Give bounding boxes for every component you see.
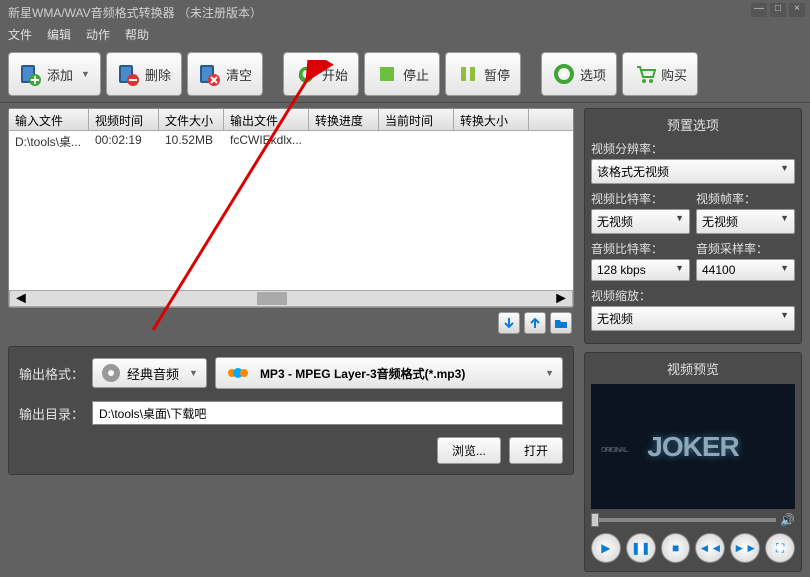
format-select[interactable]: MP3 - MPEG Layer-3音频格式(*.mp3) ▼ xyxy=(215,357,563,389)
toolbar: 添加▼ 删除 清空 开始 停止 暂停 选项 购买 xyxy=(0,46,810,103)
cd-icon xyxy=(101,363,121,383)
col-ctime[interactable]: 当前时间 xyxy=(379,109,454,130)
menu-bar: 文件 编辑 动作 帮助 xyxy=(0,24,810,46)
video-preview: ORIGINAL JOKER xyxy=(591,384,795,509)
prev-button[interactable]: ◄◄ xyxy=(695,533,725,563)
fullscreen-button[interactable]: ⛶ xyxy=(765,533,795,563)
player-pause-button[interactable]: ❚❚ xyxy=(626,533,656,563)
col-input[interactable]: 输入文件 xyxy=(9,109,89,130)
h-scrollbar[interactable]: ◄► xyxy=(9,290,573,307)
pause-icon xyxy=(456,62,480,86)
menu-action[interactable]: 动作 xyxy=(86,26,110,44)
file-grid[interactable]: 输入文件 视频时间 文件大小 输出文件 转换进度 当前时间 转换大小 D:\to… xyxy=(8,108,574,308)
chevron-down-icon: ▼ xyxy=(81,69,90,79)
col-fsize[interactable]: 文件大小 xyxy=(159,109,224,130)
clear-button[interactable]: 清空 xyxy=(187,52,263,96)
col-vtime[interactable]: 视频时间 xyxy=(89,109,159,130)
player-stop-button[interactable]: ■ xyxy=(661,533,691,563)
cart-icon xyxy=(633,62,657,86)
preset-title: 预置选项 xyxy=(591,115,795,134)
output-format-label: 输出格式： xyxy=(19,364,84,383)
delete-button[interactable]: 删除 xyxy=(106,52,182,96)
pause-button[interactable]: 暂停 xyxy=(445,52,521,96)
video-fps-select[interactable]: 无视频▼ xyxy=(696,209,795,234)
preset-panel: 预置选项 视频分辨率： 该格式无视频▼ 视频比特率： 无视频▼ 视频帧率： 无视… xyxy=(584,108,802,344)
film-clear-icon xyxy=(198,62,222,86)
col-output[interactable]: 输出文件 xyxy=(224,109,309,130)
options-button[interactable]: 选项 xyxy=(541,52,617,96)
maximize-icon[interactable]: □ xyxy=(770,3,786,17)
output-panel: 输出格式： 经典音频▼ MP3 - MPEG Layer-3音频格式(*.mp3… xyxy=(8,346,574,475)
close-icon[interactable]: × xyxy=(789,3,805,17)
output-dir-input[interactable] xyxy=(92,401,563,425)
buy-button[interactable]: 购买 xyxy=(622,52,698,96)
menu-help[interactable]: 帮助 xyxy=(125,26,149,44)
stop-icon xyxy=(375,62,399,86)
output-dir-label: 输出目录： xyxy=(19,404,84,423)
folder-button[interactable] xyxy=(550,312,572,334)
browse-button[interactable]: 浏览... xyxy=(437,437,501,464)
volume-icon[interactable]: 🔊 xyxy=(780,513,795,527)
mp3-icon xyxy=(224,363,252,383)
add-button[interactable]: 添加▼ xyxy=(8,52,101,96)
gear-icon xyxy=(552,62,576,86)
col-prog[interactable]: 转换进度 xyxy=(309,109,379,130)
seek-slider[interactable] xyxy=(591,518,776,522)
play-button[interactable]: ▶ xyxy=(591,533,621,563)
stop-button[interactable]: 停止 xyxy=(364,52,440,96)
audio-samplerate-select[interactable]: 44100▼ xyxy=(696,259,795,281)
start-button[interactable]: 开始 xyxy=(283,52,359,96)
preview-title: 视频预览 xyxy=(591,359,795,378)
next-button[interactable]: ►► xyxy=(730,533,760,563)
menu-edit[interactable]: 编辑 xyxy=(47,26,71,44)
video-zoom-select[interactable]: 无视频▼ xyxy=(591,306,795,331)
table-row[interactable]: D:\tools\桌... 00:02:19 10.52MB fcCWIEkdl… xyxy=(9,131,573,151)
film-add-icon xyxy=(19,62,43,86)
minimize-icon[interactable]: — xyxy=(751,3,767,17)
refresh-icon xyxy=(294,62,318,86)
open-button[interactable]: 打开 xyxy=(509,437,563,464)
preview-panel: 视频预览 ORIGINAL JOKER 🔊 ▶ ❚❚ ■ ◄◄ ►► ⛶ xyxy=(584,352,802,572)
format-category-select[interactable]: 经典音频▼ xyxy=(92,358,207,388)
move-down-button[interactable] xyxy=(498,312,520,334)
video-resolution-select[interactable]: 该格式无视频▼ xyxy=(591,159,795,184)
app-title: 新星WMA/WAV音频格式转换器 （未注册版本） xyxy=(8,4,262,21)
film-delete-icon xyxy=(117,62,141,86)
audio-bitrate-select[interactable]: 128 kbps▼ xyxy=(591,259,690,281)
video-bitrate-select[interactable]: 无视频▼ xyxy=(591,209,690,234)
menu-file[interactable]: 文件 xyxy=(8,26,32,44)
grid-header: 输入文件 视频时间 文件大小 输出文件 转换进度 当前时间 转换大小 xyxy=(9,109,573,131)
move-up-button[interactable] xyxy=(524,312,546,334)
col-csize[interactable]: 转换大小 xyxy=(454,109,529,130)
